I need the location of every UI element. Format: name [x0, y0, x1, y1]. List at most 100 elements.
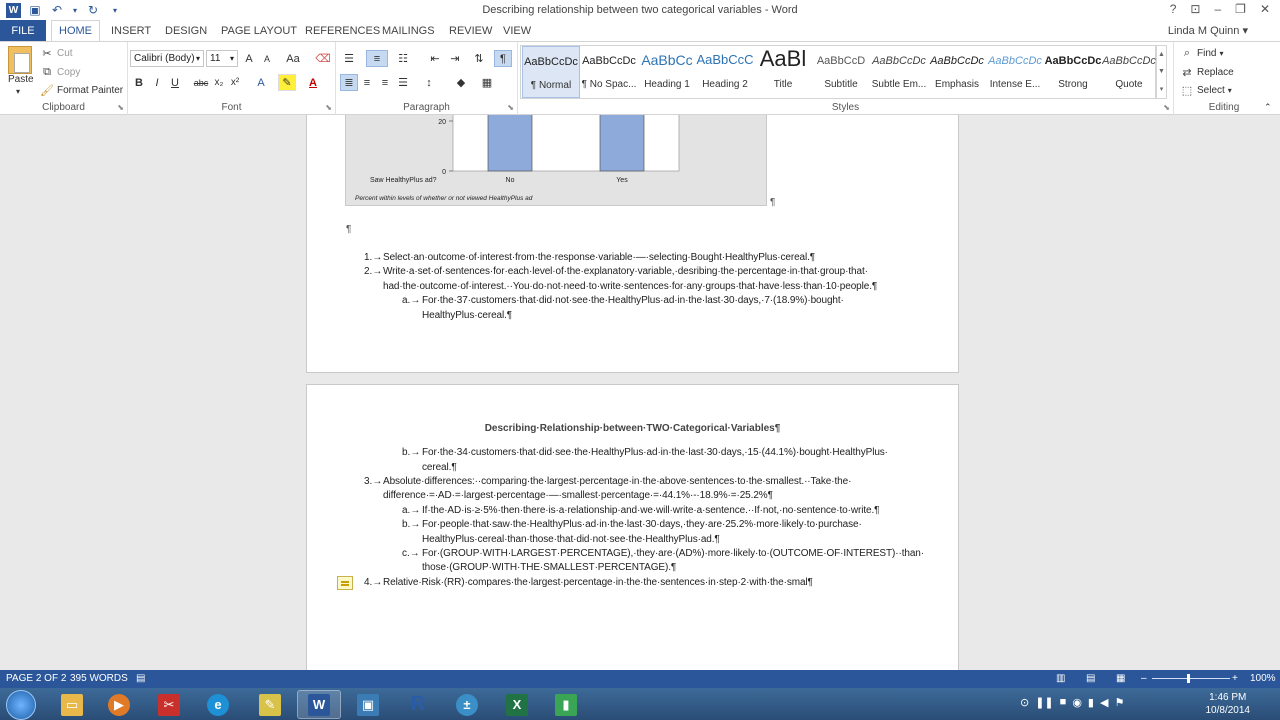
stop-icon[interactable]: ■	[1060, 696, 1067, 709]
list-item-text[interactable]: Select·an·outcome·of·interest·from·the·r…	[383, 252, 815, 263]
bullets-icon[interactable]: ☰	[340, 50, 358, 67]
increase-indent-icon[interactable]: ⇥	[446, 50, 464, 67]
list-item-text[interactable]: HealthyPlus·cereal.¶	[422, 310, 512, 321]
taskbar-explorer[interactable]: ▭	[50, 690, 94, 719]
list-item-text[interactable]: For·the·37·customers·that·did·not·see·th…	[422, 295, 844, 306]
list-item-text[interactable]: Write·a·set·of·sentences·for·each·level·…	[383, 266, 868, 277]
font-color-icon[interactable]: A	[304, 74, 322, 91]
grow-font-button[interactable]: A	[240, 50, 258, 67]
taskbar-ie[interactable]: e	[196, 690, 240, 719]
help-button[interactable]: ?	[1170, 2, 1177, 16]
paste-icon[interactable]	[8, 46, 32, 74]
taskbar-r[interactable]: R	[396, 690, 440, 719]
taskbar-word[interactable]: W	[297, 690, 341, 719]
proofing-icon[interactable]: ▤	[136, 673, 145, 684]
print-layout-icon[interactable]: ▤	[1086, 673, 1095, 684]
ribbon-display-icon[interactable]: ⊡	[1190, 2, 1200, 16]
clear-formatting-icon[interactable]: ⌫	[314, 50, 332, 67]
back-icon[interactable]: ⊙	[1020, 696, 1029, 709]
minimize-icon[interactable]: –	[1214, 2, 1221, 16]
page-2[interactable]: Describing·Relationship·between·TWO·Cate…	[306, 384, 959, 670]
format-painter-button[interactable]: 🖌 Format Painter	[40, 83, 123, 97]
list-item-text[interactable]: Absolute·differences:··comparing·the·lar…	[383, 476, 851, 487]
text-effects-icon[interactable]: A	[252, 74, 270, 91]
zoom-out-icon[interactable]: –	[1141, 673, 1147, 684]
embedded-chart[interactable]: 20 0 Saw HealthyPlus ad? No Yes Percent …	[345, 115, 767, 206]
replace-button[interactable]: ⇄ Replace	[1180, 65, 1233, 79]
close-icon[interactable]: ✕	[1260, 2, 1270, 16]
copy-button[interactable]: ⧉ Copy	[40, 65, 80, 79]
underline-button[interactable]: U	[166, 74, 184, 91]
tab-home[interactable]: HOME	[51, 20, 100, 42]
bold-button[interactable]: B	[130, 74, 148, 91]
list-item-text[interactable]: HealthyPlus·cereal·than·those·that·did·n…	[422, 534, 720, 545]
style-intense-emphasis[interactable]: AaBbCcDc Intense E...	[986, 46, 1044, 98]
highlight-icon[interactable]: ✎	[278, 74, 296, 91]
zoom-slider-thumb[interactable]	[1187, 674, 1190, 683]
strikethrough-button[interactable]: abc	[192, 74, 210, 91]
list-item-text[interactable]: those·(GROUP·WITH·THE·SMALLEST·PERCENTAG…	[422, 562, 676, 573]
italic-button[interactable]: I	[148, 74, 166, 91]
multilevel-list-icon[interactable]: ☷	[394, 50, 412, 67]
start-button[interactable]	[6, 690, 36, 720]
sort-icon[interactable]: ⇅	[470, 50, 488, 67]
tab-design[interactable]: DESIGN	[158, 20, 214, 41]
chevron-up-icon[interactable]: ▲	[1158, 51, 1165, 58]
font-size-combo[interactable]: 11 ▾	[206, 50, 238, 67]
decrease-indent-icon[interactable]: ⇤	[426, 50, 444, 67]
list-item-text[interactable]: cereal.¶	[422, 462, 457, 473]
style-title[interactable]: AaBl Title	[754, 46, 812, 98]
taskbar-calculator[interactable]: ±	[445, 690, 489, 719]
zoom-level[interactable]: 100%	[1250, 673, 1276, 684]
list-item-text[interactable]: For·the·34·customers·that·did·see·the·He…	[422, 447, 888, 458]
taskbar-excel[interactable]: X	[495, 690, 539, 719]
find-button[interactable]: ⌕ Find ▾	[1180, 46, 1224, 60]
list-item-text[interactable]: had·the·outcome·of·interest.··You·do·not…	[383, 281, 877, 292]
page-count[interactable]: PAGE 2 OF 2	[6, 673, 66, 684]
styles-gallery-scroll[interactable]: ▲ ▼ ▾	[1156, 45, 1167, 99]
tab-review[interactable]: REVIEW	[442, 20, 499, 41]
style-heading-2[interactable]: AaBbCcC Heading 2	[696, 46, 754, 98]
align-center-icon[interactable]: ≡	[358, 74, 376, 91]
line-spacing-icon[interactable]: ↕	[420, 74, 438, 91]
tab-page-layout[interactable]: PAGE LAYOUT	[214, 20, 304, 41]
taskbar-snipping[interactable]: ✂	[147, 690, 191, 719]
superscript-button[interactable]: x²	[226, 74, 244, 91]
style-quote[interactable]: AaBbCcDc Quote	[1102, 46, 1156, 98]
web-layout-icon[interactable]: ▦	[1116, 673, 1125, 684]
list-item-text[interactable]: For·(GROUP·WITH·LARGEST·PERCENTAGE),·the…	[422, 548, 924, 559]
tab-view[interactable]: VIEW	[496, 20, 538, 41]
styles-launcher-icon[interactable]: ⬊	[1163, 103, 1170, 112]
page-1[interactable]: 20 0 Saw HealthyPlus ad? No Yes Percent …	[306, 115, 959, 373]
tab-mailings[interactable]: MAILINGS	[375, 20, 442, 41]
comment-icon[interactable]	[337, 576, 353, 590]
tab-file[interactable]: FILE	[0, 20, 46, 41]
zoom-slider[interactable]	[1152, 678, 1230, 679]
change-case-button[interactable]: Aa	[280, 50, 306, 67]
word-count[interactable]: 395 WORDS	[70, 673, 128, 684]
pause-icon[interactable]: ❚❚	[1035, 696, 1053, 709]
page-heading[interactable]: Describing·Relationship·between·TWO·Cate…	[307, 423, 958, 434]
select-button[interactable]: ⬚ Select ▾	[1180, 83, 1232, 97]
style-subtle-emphasis[interactable]: AaBbCcDc Subtle Em...	[870, 46, 928, 98]
list-item-text[interactable]: difference·=·AD·=·largest·percentage·—·s…	[383, 490, 773, 501]
justify-icon[interactable]: ☰	[394, 74, 412, 91]
font-name-combo[interactable]: Calibri (Body) ▾	[130, 50, 204, 67]
user-name[interactable]: Linda M Quinn ▾	[1168, 24, 1248, 37]
style-subtitle[interactable]: AaBbCcD Subtitle	[812, 46, 870, 98]
collapse-ribbon-icon[interactable]: ⌃	[1264, 102, 1272, 113]
shrink-font-button[interactable]: A	[258, 50, 276, 67]
list-item-text[interactable]: If·the·AD·is·≥·5%·then·there·is·a·relati…	[422, 505, 880, 516]
flag-icon[interactable]: ⚑	[1114, 696, 1124, 709]
style-no-spacing[interactable]: AaBbCcDc ¶ No Spac...	[580, 46, 638, 98]
paste-button[interactable]: Paste	[8, 74, 34, 85]
paragraph-launcher-icon[interactable]: ⬊	[507, 103, 514, 112]
style-emphasis[interactable]: AaBbCcDc Emphasis	[928, 46, 986, 98]
taskbar-media[interactable]: ▶	[97, 690, 141, 719]
document-area[interactable]: 20 0 Saw HealthyPlus ad? No Yes Percent …	[0, 115, 1280, 670]
align-left-icon[interactable]: ≣	[340, 74, 358, 91]
tab-insert[interactable]: INSERT	[104, 20, 158, 41]
font-launcher-icon[interactable]: ⬊	[325, 103, 332, 112]
zoom-in-icon[interactable]: +	[1232, 673, 1238, 684]
show-formatting-marks-icon[interactable]: ¶	[494, 50, 512, 67]
